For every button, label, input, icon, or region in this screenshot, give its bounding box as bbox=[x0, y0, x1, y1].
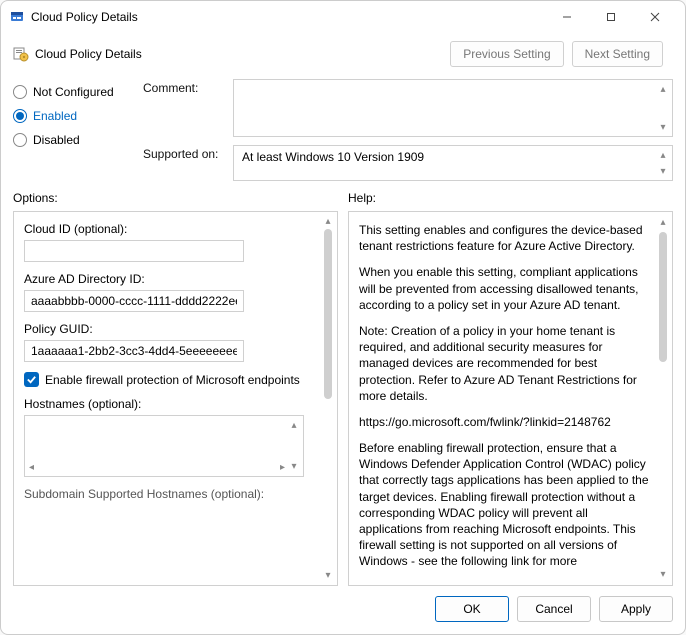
hostnames-label: Hostnames (optional): bbox=[24, 397, 315, 411]
help-paragraph: Before enabling firewall protection, ens… bbox=[359, 440, 650, 570]
radio-label: Not Configured bbox=[33, 85, 114, 99]
comment-label: Comment: bbox=[143, 79, 225, 95]
dialog-window: Cloud Policy Details Cloud Policy Detail… bbox=[0, 0, 686, 635]
maximize-button[interactable] bbox=[589, 3, 633, 31]
radio-enabled[interactable]: Enabled bbox=[13, 109, 133, 123]
scroll-down-icon[interactable]: ▾ bbox=[656, 164, 670, 178]
radio-icon bbox=[13, 109, 27, 123]
supported-on-text: At least Windows 10 Version 1909 bbox=[242, 150, 424, 164]
window-title: Cloud Policy Details bbox=[31, 10, 545, 24]
scrollbar-thumb[interactable] bbox=[659, 232, 667, 362]
radio-not-configured[interactable]: Not Configured bbox=[13, 85, 133, 99]
page-subtitle: Cloud Policy Details bbox=[35, 47, 450, 61]
help-scrollbar[interactable]: ▴ ▾ bbox=[656, 216, 670, 581]
options-scrollbar[interactable]: ▴ ▾ bbox=[321, 216, 335, 581]
policy-guid-input[interactable] bbox=[24, 340, 244, 362]
firewall-checkbox-label: Enable firewall protection of Microsoft … bbox=[45, 373, 300, 387]
app-icon bbox=[9, 9, 25, 25]
help-title: Help: bbox=[348, 191, 673, 205]
radio-label: Enabled bbox=[33, 109, 77, 123]
radio-disabled[interactable]: Disabled bbox=[13, 133, 133, 147]
scroll-down-icon[interactable]: ▾ bbox=[656, 120, 670, 134]
scroll-down-icon[interactable]: ▾ bbox=[325, 570, 330, 581]
help-body: This setting enables and configures the … bbox=[348, 211, 673, 586]
scroll-up-icon[interactable]: ▴ bbox=[656, 82, 670, 96]
help-paragraph: This setting enables and configures the … bbox=[359, 222, 650, 254]
firewall-checkbox-row[interactable]: Enable firewall protection of Microsoft … bbox=[24, 372, 315, 387]
footer: OK Cancel Apply bbox=[1, 586, 685, 634]
scrollbar-vertical[interactable]: ▴ ▾ bbox=[287, 420, 301, 472]
hostnames-listbox[interactable]: ▴ ▾ ◂ ▸ bbox=[24, 415, 304, 477]
scrollbar-thumb[interactable] bbox=[324, 229, 332, 399]
config-icon bbox=[13, 46, 29, 62]
apply-button[interactable]: Apply bbox=[599, 596, 673, 622]
help-pane: Help: This setting enables and configure… bbox=[348, 191, 673, 586]
scroll-up-icon[interactable]: ▴ bbox=[656, 148, 670, 162]
options-body: Cloud ID (optional): Azure AD Directory … bbox=[13, 211, 338, 586]
help-link: https://go.microsoft.com/fwlink/?linkid=… bbox=[359, 414, 650, 430]
ok-button[interactable]: OK bbox=[435, 596, 509, 622]
options-title: Options: bbox=[13, 191, 338, 205]
state-radio-group: Not Configured Enabled Disabled bbox=[13, 79, 133, 181]
scroll-up-icon[interactable]: ▴ bbox=[291, 420, 296, 431]
radio-icon bbox=[13, 85, 27, 99]
radio-icon bbox=[13, 133, 27, 147]
titlebar: Cloud Policy Details bbox=[1, 1, 685, 33]
supported-on-value: At least Windows 10 Version 1909 ▴ ▾ bbox=[233, 145, 673, 181]
supported-on-label: Supported on: bbox=[143, 145, 225, 161]
directory-id-input[interactable] bbox=[24, 290, 244, 312]
previous-setting-button[interactable]: Previous Setting bbox=[450, 41, 563, 67]
radio-label: Disabled bbox=[33, 133, 80, 147]
options-pane: Options: Cloud ID (optional): Azure AD D… bbox=[13, 191, 338, 586]
scroll-down-icon[interactable]: ▾ bbox=[660, 568, 665, 582]
header-row: Cloud Policy Details Previous Setting Ne… bbox=[1, 33, 685, 71]
scroll-up-icon[interactable]: ▴ bbox=[325, 216, 330, 227]
policy-guid-label: Policy GUID: bbox=[24, 322, 315, 336]
minimize-button[interactable] bbox=[545, 3, 589, 31]
directory-id-label: Azure AD Directory ID: bbox=[24, 272, 315, 286]
cloud-id-input[interactable] bbox=[24, 240, 244, 262]
cancel-button[interactable]: Cancel bbox=[517, 596, 591, 622]
scroll-up-icon[interactable]: ▴ bbox=[660, 216, 665, 230]
help-paragraph: Note: Creation of a policy in your home … bbox=[359, 323, 650, 404]
scrollbar-horizontal[interactable]: ◂ ▸ bbox=[29, 460, 285, 474]
next-setting-button[interactable]: Next Setting bbox=[572, 41, 663, 67]
subdomain-hostnames-label: Subdomain Supported Hostnames (optional)… bbox=[24, 487, 315, 501]
close-button[interactable] bbox=[633, 3, 677, 31]
scroll-left-icon[interactable]: ◂ bbox=[29, 462, 34, 473]
scroll-down-icon[interactable]: ▾ bbox=[291, 461, 296, 472]
cloud-id-label: Cloud ID (optional): bbox=[24, 222, 315, 236]
checkbox-checked-icon bbox=[24, 372, 39, 387]
comment-textarea[interactable]: ▴ ▾ bbox=[233, 79, 673, 137]
help-paragraph: When you enable this setting, compliant … bbox=[359, 264, 650, 313]
scroll-right-icon[interactable]: ▸ bbox=[280, 462, 285, 473]
